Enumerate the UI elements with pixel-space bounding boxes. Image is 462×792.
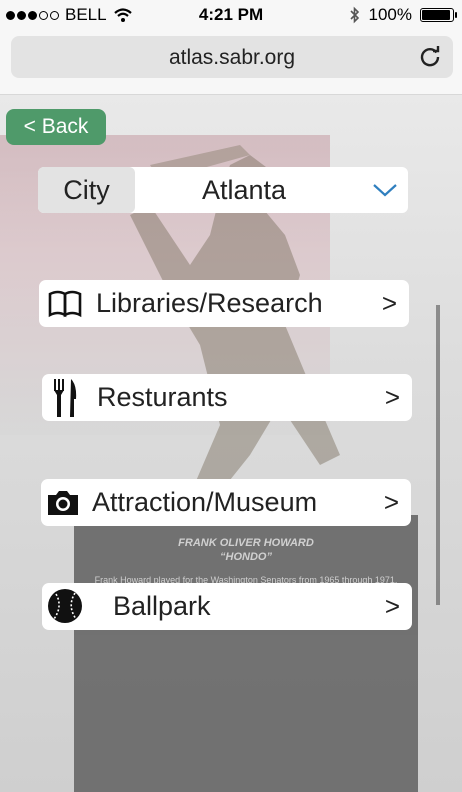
fork-knife-icon — [54, 379, 77, 417]
plaque-title: FRANK OLIVER HOWARD — [178, 537, 314, 549]
menu-item-attractions[interactable]: Attraction/Museum > — [41, 479, 411, 526]
light-pole — [436, 305, 440, 605]
chevron-down-icon[interactable] — [372, 182, 398, 198]
city-label: City — [38, 167, 135, 213]
status-bar: BELL 4:21 PM 100% — [0, 0, 462, 30]
chevron-right-icon: > — [383, 487, 399, 517]
menu-item-ballpark[interactable]: Ballpark > — [42, 583, 412, 630]
menu-item-label: Resturants — [97, 382, 228, 412]
chevron-right-icon: > — [384, 382, 400, 412]
book-icon — [48, 290, 82, 318]
back-button[interactable]: < Back — [6, 109, 106, 145]
plaque-subtitle: “HONDO” — [220, 551, 272, 563]
city-value[interactable]: Atlanta — [202, 167, 286, 213]
menu-item-label: Libraries/Research — [96, 288, 323, 318]
bluetooth-icon — [349, 6, 359, 24]
reload-icon[interactable] — [417, 44, 443, 70]
city-selector[interactable]: City Atlanta — [38, 167, 408, 213]
camera-icon — [48, 491, 78, 515]
menu-item-label: Ballpark — [113, 591, 211, 621]
baseball-icon — [48, 589, 82, 623]
browser-toolbar: atlas.sabr.org — [0, 30, 462, 95]
menu-item-libraries[interactable]: Libraries/Research > — [39, 280, 409, 327]
battery-icon — [420, 8, 457, 22]
battery-percent: 100% — [368, 5, 412, 24]
menu-item-label: Attraction/Museum — [92, 487, 318, 517]
menu-item-restaurants[interactable]: Resturants > — [42, 374, 412, 421]
url-text: atlas.sabr.org — [168, 46, 296, 69]
plaque: FRANK OLIVER HOWARD “HONDO” Frank Howard… — [74, 515, 418, 792]
chevron-right-icon: > — [381, 288, 397, 318]
chevron-right-icon: > — [384, 591, 400, 621]
address-bar[interactable]: atlas.sabr.org — [11, 36, 453, 78]
